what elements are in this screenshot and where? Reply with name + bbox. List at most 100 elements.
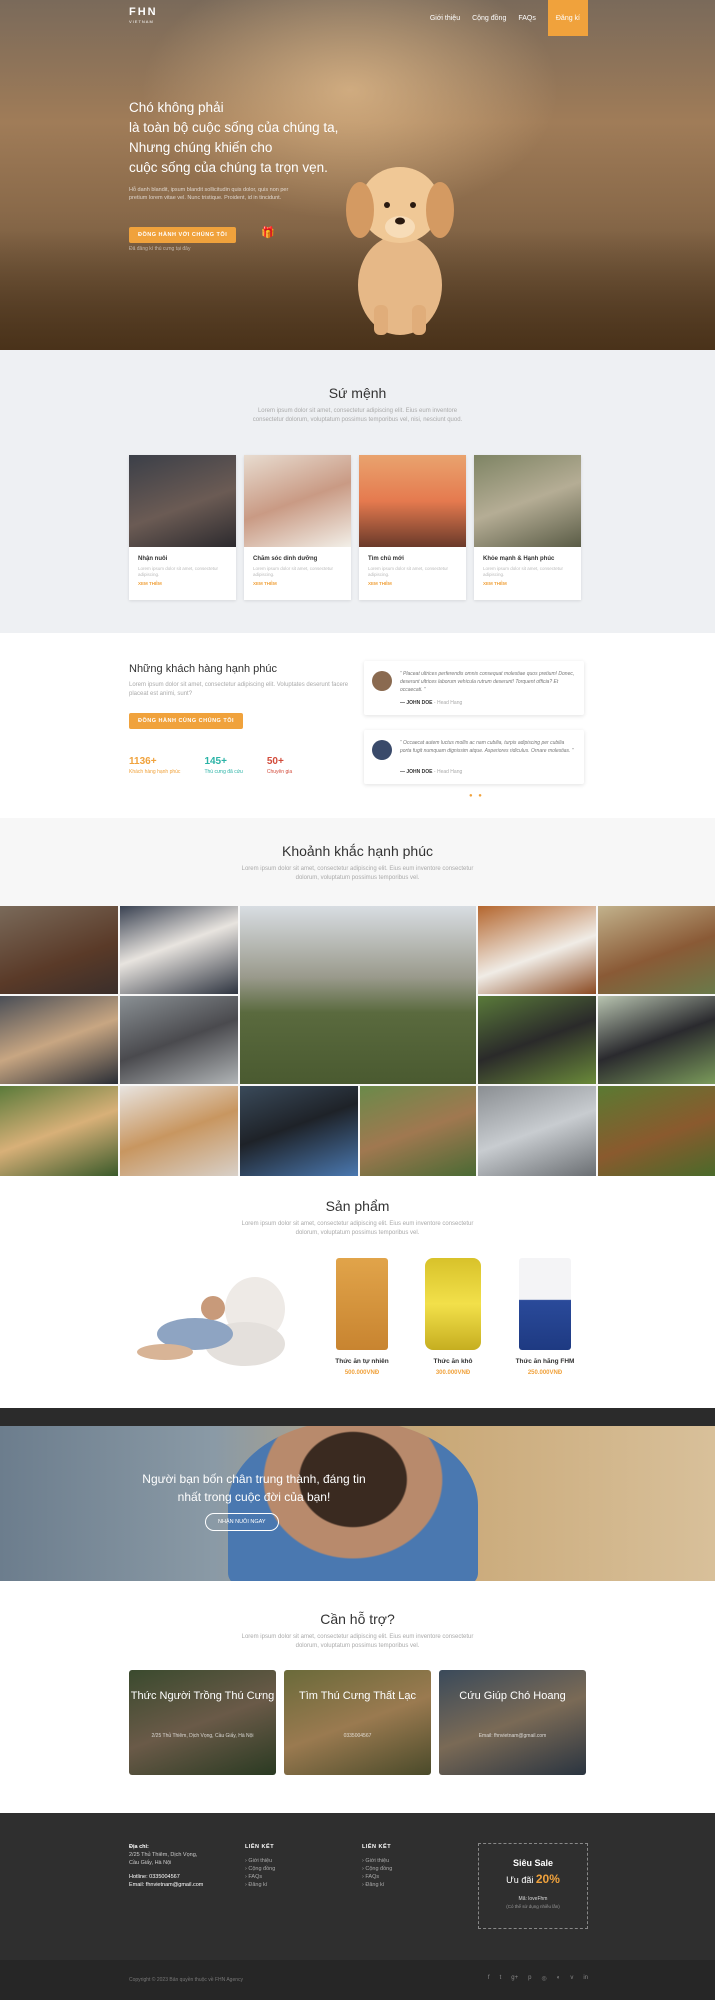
sale-text: Ưu đãi [506,1875,534,1885]
footer-link[interactable]: › Giới thiệu [362,1857,392,1865]
address-label: Địa chỉ: [129,1844,149,1850]
support-card-info: 2/25 Thủ Thiêm, Dịch Vọng, Cầu Giấy, Hà … [151,1733,254,1739]
gallery-photo[interactable] [240,1086,358,1176]
support-card-title: Thức Người Trồng Thú Cưng [130,1690,275,1702]
card-more-link[interactable]: XEM THÊM [483,581,572,586]
stat-number: 50+ [266,756,284,767]
gallery-photo[interactable] [240,906,476,1084]
support-card-lost-pet[interactable]: Tìm Thú Cưng Thất Lạc 0335004567 [284,1670,431,1775]
gallery-photo[interactable] [478,996,596,1084]
gallery-photo[interactable] [0,906,118,994]
product-card-natural[interactable]: Thức ăn tự nhiên 500.000VNĐ [322,1258,402,1376]
footer-link[interactable]: › FAQs [362,1873,392,1881]
register-button[interactable]: Đăng kí [547,0,588,36]
card-desc: Lorem ipsum dolor sit amet, consectetur … [138,566,219,577]
photo-grid [0,906,715,1176]
sale-percent: 20% [535,1872,560,1886]
mission-card-new-owner[interactable]: Tìm chủ mới Lorem ipsum dolor sit amet, … [359,455,466,600]
product-image [519,1258,571,1350]
gallery-photo[interactable] [360,1086,476,1176]
main-nav: Giới thiệu Cộng đồng FAQs Đăng kí [430,0,588,36]
testimonial-quote: “ Placeat ultrices perferendis omnis con… [400,671,575,693]
page: FHN VIETNAM Giới thiệu Cộng đồng FAQs Đăn… [0,0,715,2000]
product-card-fhm[interactable]: Thức ăn hãng FHM 250.000VNĐ [505,1258,585,1376]
products-subtitle: Lorem ipsum dolor sit amet, consectetur … [241,1221,474,1236]
footer-link-label[interactable]: FAQs [365,1874,379,1880]
logo[interactable]: FHN VIETNAM [129,6,165,26]
join-us-button-2[interactable]: ĐỒNG HÀNH CÙNG CHÚNG TÔI [129,713,244,729]
hero-note[interactable]: Đã đăng kí thú cưng tại đây [129,246,190,252]
gallery-photo[interactable] [120,996,238,1084]
mission-card-health[interactable]: Khỏe mạnh & Hạnh phúc Lorem ipsum dolor … [474,455,581,600]
testimonial-author: — JOHN DOE - Head Hang [400,700,462,706]
stats: 1136+ Khách hàng hạnh phúc 145+ Thú cưng… [129,756,292,775]
testimonial-card: “ Occaecat autem luctus mollis ac nam cu… [364,730,584,784]
support-card-pet-owner[interactable]: Thức Người Trồng Thú Cưng 2/25 Thủ Thiêm… [129,1670,276,1775]
avatar [372,740,392,760]
woman-with-dog-image [137,1277,285,1366]
footer-link-label[interactable]: Cộng đồng [365,1866,392,1872]
join-us-button[interactable]: ĐỒNG HÀNH VỚI CHÚNG TÔI [129,227,237,243]
twitter-icon[interactable]: t [500,1975,502,1982]
address-line: Cầu Giấy, Hà Nội [129,1860,172,1866]
customers-section: Những khách hàng hạnh phúc Lorem ipsum d… [0,633,715,818]
footer-link-label[interactable]: Giới thiệu [365,1858,389,1864]
footer-link[interactable]: › Đăng kí [362,1881,392,1889]
footer-link-label[interactable]: Cộng đồng [248,1866,275,1872]
card-image [129,455,236,547]
testimonial-quote: “ Occaecat autem luctus mollis ac nam cu… [400,740,574,754]
linkedin-icon[interactable]: in [583,1975,588,1982]
product-card-dry[interactable]: Thức ăn khô 300.000VNĐ [413,1258,493,1376]
footer-link-label[interactable]: Giới thiệu [248,1858,272,1864]
product-name: Thức ăn khô [433,1358,473,1365]
email[interactable]: Email: fhnvietnam@gmail.com [129,1881,203,1889]
nav-link-faqs[interactable]: FAQs [518,0,536,22]
support-card-stray-rescue[interactable]: Cứu Giúp Chó Hoang Email: fhnvietnam@gma… [439,1670,586,1775]
card-image [474,455,581,547]
card-more-link[interactable]: XEM THÊM [368,581,457,586]
adopt-now-button[interactable]: NHẬN NUÔI NGAY [205,1513,279,1531]
nav-link-community[interactable]: Cộng đồng [472,0,506,22]
vimeo-icon[interactable]: v [570,1975,573,1982]
card-image [244,455,351,547]
stat-experts: 50+ Chuyên gia [267,756,292,775]
sale-coupon[interactable]: Siêu Sale Ưu đãi 20% Mã: loveFhm (Có thể… [478,1843,588,1929]
google-plus-icon[interactable]: g+ [511,1975,518,1982]
footer-link-label[interactable]: FAQs [248,1874,262,1880]
facebook-icon[interactable]: f [488,1975,490,1982]
gallery-photo[interactable] [478,1086,596,1176]
gallery-photo[interactable] [478,906,596,994]
gallery-photo[interactable] [0,996,118,1084]
product-price: 250.000VNĐ [527,1370,563,1376]
footer-link[interactable]: › Cộng đồng [245,1865,275,1873]
hotline[interactable]: Hotline: 0335004567 [129,1873,203,1881]
avatar [372,671,392,691]
carousel-dots[interactable]: ● ● [469,793,484,799]
mission-subtitle: Lorem ipsum dolor sit amet, consectetur … [252,408,463,423]
mission-card-adopt[interactable]: Nhận nuôi Lorem ipsum dolor sit amet, co… [129,455,236,600]
gallery-photo[interactable] [598,906,715,994]
gallery-photo[interactable] [598,1086,715,1176]
adopt-banner: Người bạn bốn chân trung thành, đáng tin… [0,1408,715,1581]
gallery-photo[interactable] [120,1086,238,1176]
github-icon[interactable]: ◐ [557,1975,561,1982]
gallery-photo[interactable] [598,996,715,1084]
mission-card-nutrition[interactable]: Chăm sóc dinh dưỡng Lorem ipsum dolor si… [244,455,351,600]
footer-link-label[interactable]: Đăng kí [248,1882,267,1888]
footer-link[interactable]: › FAQs [245,1873,275,1881]
footer-link-label[interactable]: Đăng kí [365,1882,384,1888]
nav-link-about[interactable]: Giới thiệu [430,0,460,22]
footer-link[interactable]: › Cộng đồng [362,1865,392,1873]
gift-icon[interactable]: 🎁 [261,227,275,239]
gallery-photo[interactable] [0,1086,118,1176]
card-desc: Lorem ipsum dolor sit amet, consectetur … [483,566,564,577]
gallery-photo[interactable] [120,906,238,994]
testimonial-author: — JOHN DOE - Head Hang [400,769,462,775]
address-line: 2/25 Thủ Thiêm, Dịch Vọng, [129,1852,198,1858]
card-more-link[interactable]: XEM THÊM [253,581,342,586]
footer-link[interactable]: › Đăng kí [245,1881,275,1889]
instagram-icon[interactable]: ◎ [541,1975,546,1982]
footer-link[interactable]: › Giới thiệu [245,1857,275,1865]
pinterest-icon[interactable]: p [528,1975,531,1982]
card-more-link[interactable]: XEM THÊM [138,581,227,586]
